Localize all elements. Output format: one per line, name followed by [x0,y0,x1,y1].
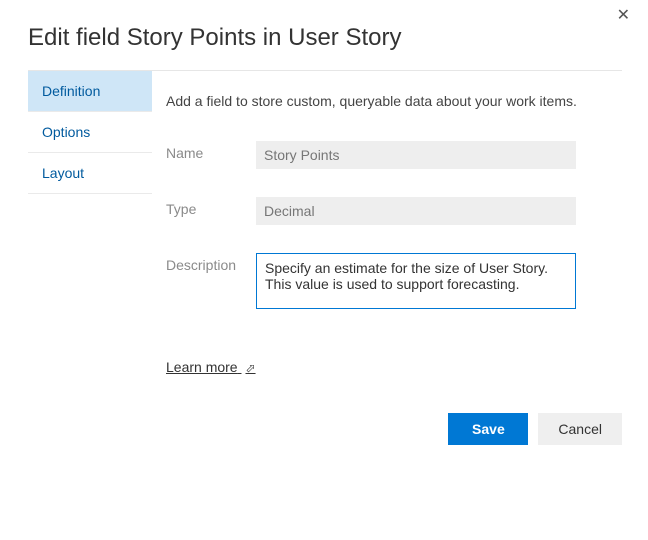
description-field[interactable] [256,253,576,309]
name-label: Name [166,141,256,169]
page-title: Edit field Story Points in User Story [0,0,648,70]
learn-more-link[interactable]: Learn more ⬀ [166,359,256,375]
learn-more-label: Learn more [166,359,238,375]
close-icon[interactable]: ✕ [617,8,630,24]
name-field [256,141,576,169]
intro-text: Add a field to store custom, queryable d… [166,93,622,109]
sidebar: Definition Options Layout [28,71,152,405]
description-label: Description [166,253,256,309]
sidebar-item-definition[interactable]: Definition [28,71,152,112]
sidebar-item-options[interactable]: Options [28,112,152,153]
external-link-icon: ⬀ [245,361,255,375]
type-label: Type [166,197,256,225]
type-field [256,197,576,225]
sidebar-item-layout[interactable]: Layout [28,153,152,194]
main-panel: Add a field to store custom, queryable d… [152,71,648,405]
footer: Save Cancel [0,405,648,445]
save-button[interactable]: Save [448,413,528,445]
cancel-button[interactable]: Cancel [538,413,622,445]
